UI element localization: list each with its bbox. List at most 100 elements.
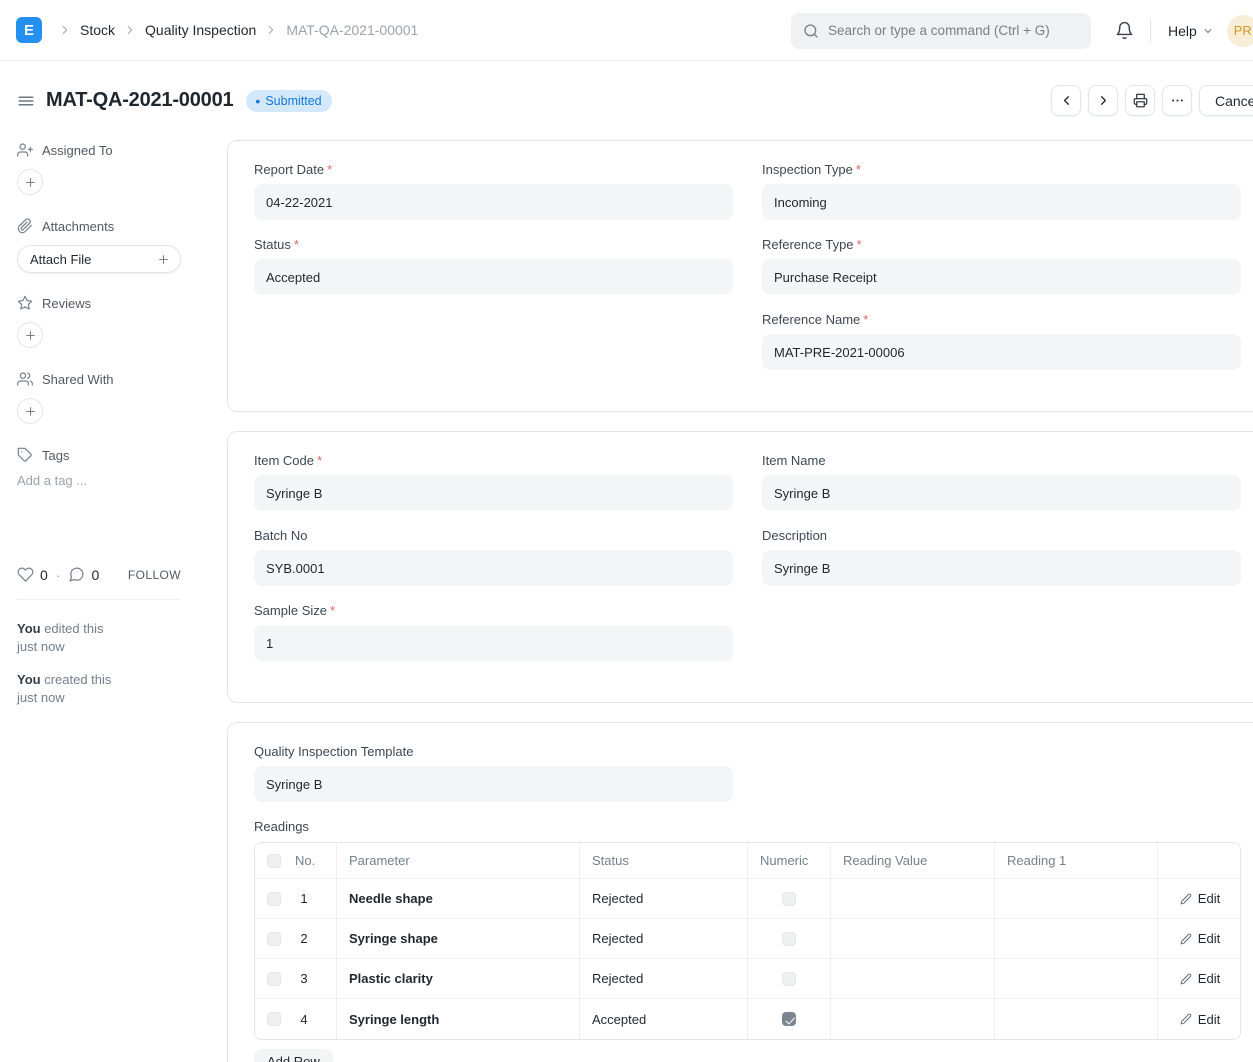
activity-action: edited this <box>41 621 104 636</box>
reading-1-cell[interactable] <box>995 959 1158 999</box>
inspection-type-input[interactable]: Incoming <box>762 184 1241 220</box>
divider <box>1150 19 1151 43</box>
reading-value-cell[interactable] <box>831 879 995 919</box>
chevron-right-icon <box>264 23 278 37</box>
menu-button[interactable] <box>1162 85 1192 116</box>
status-cell[interactable]: Accepted <box>580 999 748 1039</box>
follow-button[interactable]: FOLLOW <box>128 568 181 582</box>
breadcrumb-current-doc: MAT-QA-2021-00001 <box>286 22 418 38</box>
erpnext-logo-icon[interactable]: E <box>16 17 42 43</box>
required-marker: * <box>863 312 868 327</box>
like-heart-icon[interactable] <box>17 566 34 583</box>
edit-row-button[interactable]: Edit <box>1180 891 1220 906</box>
edit-row-button[interactable]: Edit <box>1180 1012 1220 1027</box>
numeric-checkbox[interactable] <box>782 972 796 986</box>
shared-with-section: Shared With <box>17 371 210 387</box>
field-sample-size: Sample Size* 1 <box>254 603 733 661</box>
print-button[interactable] <box>1125 85 1155 116</box>
row-number: 2 <box>295 931 313 946</box>
add-tag-input[interactable]: Add a tag ... <box>17 473 210 488</box>
column-status: Status <box>580 843 748 879</box>
row-number: 3 <box>295 971 313 986</box>
reading-1-cell[interactable] <box>995 919 1158 959</box>
help-label: Help <box>1168 23 1197 39</box>
row-checkbox[interactable] <box>267 892 281 906</box>
tag-icon <box>17 447 33 463</box>
chevron-left-icon <box>1059 93 1074 108</box>
previous-document-button[interactable] <box>1051 85 1081 116</box>
reading-1-cell[interactable] <box>995 999 1158 1039</box>
readings-table-label: Readings <box>254 819 1253 835</box>
quality-inspection-template-input[interactable]: Syringe B <box>254 766 733 802</box>
status-input[interactable]: Accepted <box>254 259 733 295</box>
required-marker: * <box>327 162 332 177</box>
edit-row-button[interactable]: Edit <box>1180 931 1220 946</box>
reading-value-cell[interactable] <box>831 919 995 959</box>
field-label: Report Date <box>254 162 324 177</box>
chevron-down-icon <box>1202 25 1214 37</box>
field-batch-no: Batch No SYB.0001 <box>254 528 733 586</box>
field-inspection-type: Inspection Type* Incoming <box>762 162 1241 220</box>
assigned-to-section: Assigned To <box>17 142 210 158</box>
status-cell[interactable]: Rejected <box>580 959 748 999</box>
share-button[interactable] <box>17 398 43 424</box>
row-checkbox[interactable] <box>267 972 281 986</box>
batch-no-input[interactable]: SYB.0001 <box>254 550 733 586</box>
user-avatar[interactable]: PR <box>1227 15 1253 47</box>
required-marker: * <box>857 237 862 252</box>
field-label: Description <box>762 528 827 543</box>
sample-size-input[interactable]: 1 <box>254 625 733 661</box>
item-code-input[interactable]: Syringe B <box>254 475 733 511</box>
reading-value-cell[interactable] <box>831 999 995 1039</box>
status-cell[interactable]: Rejected <box>580 919 748 959</box>
row-checkbox[interactable] <box>267 932 281 946</box>
select-all-checkbox[interactable] <box>267 854 281 868</box>
numeric-checkbox[interactable] <box>782 932 796 946</box>
reference-name-input[interactable]: MAT-PRE-2021-00006 <box>762 334 1241 370</box>
notifications-bell-icon[interactable] <box>1115 21 1134 40</box>
add-assignment-button[interactable] <box>17 169 43 195</box>
printer-icon <box>1133 93 1148 108</box>
row-checkbox[interactable] <box>267 1012 281 1026</box>
global-search[interactable] <box>791 13 1091 49</box>
parameter-cell[interactable]: Plastic clarity <box>349 971 433 986</box>
report-date-input[interactable]: 04-22-2021 <box>254 184 733 220</box>
numeric-checkbox[interactable] <box>782 1012 796 1026</box>
parameter-cell[interactable]: Syringe shape <box>349 931 438 946</box>
parameter-cell[interactable]: Syringe length <box>349 1012 439 1027</box>
row-number: 4 <box>295 1012 313 1027</box>
cancel-button[interactable]: Cancel <box>1199 85 1253 116</box>
pencil-icon <box>1180 893 1192 905</box>
reviews-section: Reviews <box>17 295 210 311</box>
numeric-checkbox[interactable] <box>782 892 796 906</box>
attach-file-label: Attach File <box>30 252 91 267</box>
reference-type-input[interactable]: Purchase Receipt <box>762 259 1241 295</box>
comment-icon[interactable] <box>68 566 85 583</box>
reading-value-cell[interactable] <box>831 959 995 999</box>
column-numeric: Numeric <box>748 843 831 879</box>
plus-icon <box>24 329 37 342</box>
add-review-button[interactable] <box>17 322 43 348</box>
status-cell[interactable]: Rejected <box>580 879 748 919</box>
description-input[interactable]: Syringe B <box>762 550 1241 586</box>
required-marker: * <box>330 603 335 618</box>
next-document-button[interactable] <box>1088 85 1118 116</box>
add-row-button[interactable]: Add Row <box>254 1049 333 1062</box>
ellipsis-icon <box>1170 93 1185 108</box>
edit-row-button[interactable]: Edit <box>1180 971 1220 986</box>
comment-count: 0 <box>91 567 99 583</box>
field-reference-name: Reference Name* MAT-PRE-2021-00006 <box>762 312 1241 370</box>
reading-1-cell[interactable] <box>995 879 1158 919</box>
item-name-input[interactable]: Syringe B <box>762 475 1241 511</box>
search-input[interactable] <box>828 23 1078 38</box>
help-menu[interactable]: Help <box>1168 23 1214 39</box>
field-label: Batch No <box>254 528 307 543</box>
parameter-cell[interactable]: Needle shape <box>349 891 433 906</box>
breadcrumb-quality-inspection[interactable]: Quality Inspection <box>145 22 256 38</box>
sidebar-toggle-icon[interactable] <box>17 92 35 110</box>
breadcrumb-stock[interactable]: Stock <box>80 22 115 38</box>
column-no: No. <box>295 853 315 868</box>
plus-icon <box>24 405 37 418</box>
attach-file-button[interactable]: Attach File <box>17 245 181 273</box>
plus-icon <box>157 253 170 266</box>
